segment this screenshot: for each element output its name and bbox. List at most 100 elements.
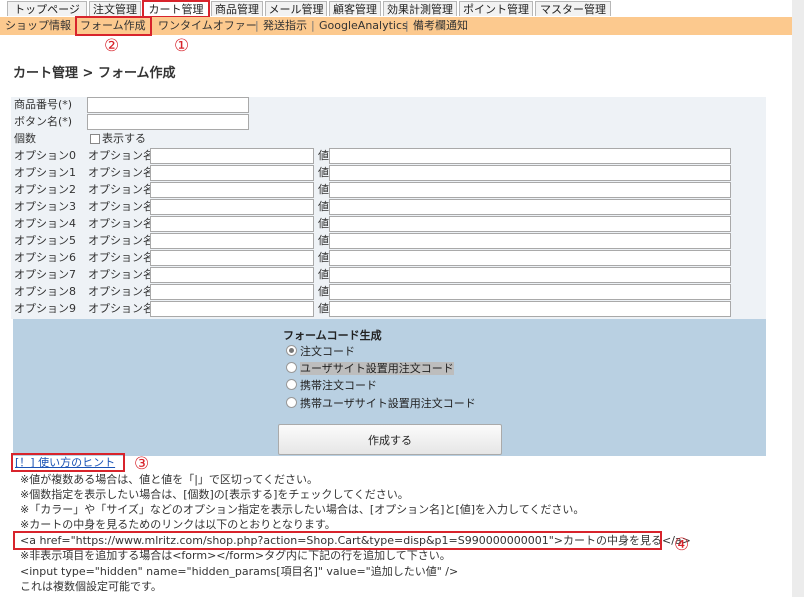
option-value-label: 値 (318, 217, 329, 230)
option-value-label: 値 (318, 268, 329, 281)
option-name-input[interactable] (150, 267, 314, 283)
subnav-one-time-offer[interactable]: ワンタイムオファー (158, 17, 257, 35)
option-label: オプション3 (14, 200, 76, 213)
option-value-input[interactable] (329, 165, 731, 181)
sub-navigation: ショップ情報 フォーム作成 ワンタイムオファー | 発送指示 | GoogleA… (0, 17, 792, 35)
radio-order-code[interactable]: 注文コード (286, 344, 355, 360)
annotation-marker-4: ④ (674, 535, 690, 555)
radio-label: 携帯注文コード (300, 379, 377, 392)
option-name-label: オプション名 (88, 149, 154, 162)
note-line: ※値が複数ある場合は、値と値を「|」で区切ってください。 (20, 473, 319, 486)
tab-customer-management[interactable]: 顧客管理 (329, 1, 381, 16)
tab-cart-management[interactable]: カート管理 (143, 1, 209, 16)
option-value-label: 値 (318, 251, 329, 264)
page-scrollbar[interactable] (792, 0, 804, 597)
option-name-input[interactable] (150, 165, 314, 181)
option-value-label: 値 (318, 285, 329, 298)
option-name-input[interactable] (150, 216, 314, 232)
subnav-remarks-notice[interactable]: 備考欄通知 (413, 17, 468, 35)
option-name-input[interactable] (150, 182, 314, 198)
option-value-input[interactable] (329, 301, 731, 317)
subnav-separator: | (311, 19, 315, 32)
option-name-label: オプション名 (88, 285, 154, 298)
subnav-form-create[interactable]: フォーム作成 (80, 17, 146, 35)
note-line: ※非表示項目を追加する場合は<form></form>タグ内に下記の行を追加して… (20, 549, 451, 562)
option-label: オプション7 (14, 268, 76, 281)
option-name-label: オプション名 (88, 166, 154, 179)
option-name-input[interactable] (150, 301, 314, 317)
quantity-show-checkbox[interactable] (90, 134, 100, 144)
tab-order-management[interactable]: 注文管理 (89, 1, 141, 16)
option-value-label: 値 (318, 234, 329, 247)
subnav-shop-info[interactable]: ショップ情報 (5, 17, 71, 35)
radio-label: ユーザサイト設置用注文コード (300, 362, 454, 375)
option-value-label: 値 (318, 302, 329, 315)
option-name-label: オプション名 (88, 302, 154, 315)
option-label: オプション4 (14, 217, 76, 230)
tab-mail-management[interactable]: メール管理 (265, 1, 327, 16)
subnav-separator: | (405, 19, 409, 32)
product-no-label: 商品番号(*) (14, 98, 73, 111)
option-value-input[interactable] (329, 199, 731, 215)
button-name-label: ボタン名(*) (14, 115, 73, 128)
option-label: オプション6 (14, 251, 76, 264)
option-name-label: オプション名 (88, 268, 154, 281)
tab-top-page[interactable]: トップページ (7, 1, 87, 16)
option-value-input[interactable] (329, 267, 731, 283)
page-title: カート管理 > フォーム作成 (13, 66, 176, 81)
option-value-input[interactable] (329, 182, 731, 198)
option-value-label: 値 (318, 149, 329, 162)
subnav-separator: | (255, 19, 259, 32)
note-line: ※カートの中身を見るためのリンクは以下のとおりとなります。 (20, 518, 336, 531)
option-label: オプション1 (14, 166, 76, 179)
option-value-label: 値 (318, 166, 329, 179)
radio-button[interactable] (286, 397, 297, 408)
tab-product-management[interactable]: 商品管理 (211, 1, 263, 16)
option-label: オプション9 (14, 302, 76, 315)
create-button[interactable]: 作成する (278, 424, 502, 455)
tab-master-management[interactable]: マスター管理 (535, 1, 611, 16)
option-name-label: オプション名 (88, 251, 154, 264)
hidden-input-code: <input type="hidden" name="hidden_params… (20, 565, 459, 578)
product-no-input[interactable] (87, 97, 249, 113)
option-label: オプション8 (14, 285, 76, 298)
option-value-input[interactable] (329, 233, 731, 249)
option-name-label: オプション名 (88, 200, 154, 213)
option-name-label: オプション名 (88, 217, 154, 230)
quantity-label: 個数 (14, 132, 36, 145)
cart-link-code: <a href="https://www.mlritz.com/shop.php… (20, 534, 691, 547)
tab-effect-measurement[interactable]: 効果計測管理 (383, 1, 457, 16)
option-name-input[interactable] (150, 233, 314, 249)
radio-label: 携帯ユーザサイト設置用注文コード (300, 397, 476, 410)
note-line: ※「カラー」や「サイズ」などのオプション指定を表示したい場合は、[オプション名]… (20, 503, 585, 516)
option-value-input[interactable] (329, 216, 731, 232)
usage-hint-link[interactable]: [！] 使い方のヒント (15, 456, 115, 470)
main-tabs: トップページ 注文管理 カート管理 商品管理 メール管理 顧客管理 効果計測管理… (0, 0, 792, 18)
note-line: ※個数指定を表示したい場合は、[個数]の[表示する]をチェックしてください。 (20, 488, 409, 501)
option-name-input[interactable] (150, 250, 314, 266)
option-name-label: オプション名 (88, 183, 154, 196)
radio-mobile-order-code[interactable]: 携帯注文コード (286, 378, 377, 394)
annotation-marker-1: ① (174, 36, 190, 56)
option-name-input[interactable] (150, 199, 314, 215)
quantity-show-label: 表示する (102, 132, 146, 145)
radio-button[interactable] (286, 345, 297, 356)
option-name-label: オプション名 (88, 234, 154, 247)
option-value-input[interactable] (329, 148, 731, 164)
subnav-google-analytics[interactable]: GoogleAnalytics (319, 17, 408, 35)
subnav-shipping[interactable]: 発送指示 (263, 17, 307, 35)
radio-button[interactable] (286, 379, 297, 390)
option-name-input[interactable] (150, 284, 314, 300)
radio-mobile-user-site-order-code[interactable]: 携帯ユーザサイト設置用注文コード (286, 396, 476, 412)
code-generation-title: フォームコード生成 (283, 329, 382, 342)
option-value-input[interactable] (329, 284, 731, 300)
annotation-marker-3: ③ (134, 454, 150, 474)
option-value-input[interactable] (329, 250, 731, 266)
radio-user-site-order-code[interactable]: ユーザサイト設置用注文コード (286, 361, 454, 377)
option-value-label: 値 (318, 200, 329, 213)
button-name-input[interactable] (87, 114, 249, 130)
option-name-input[interactable] (150, 148, 314, 164)
radio-label: 注文コード (300, 345, 355, 358)
radio-button[interactable] (286, 362, 297, 373)
tab-point-management[interactable]: ポイント管理 (459, 1, 533, 16)
